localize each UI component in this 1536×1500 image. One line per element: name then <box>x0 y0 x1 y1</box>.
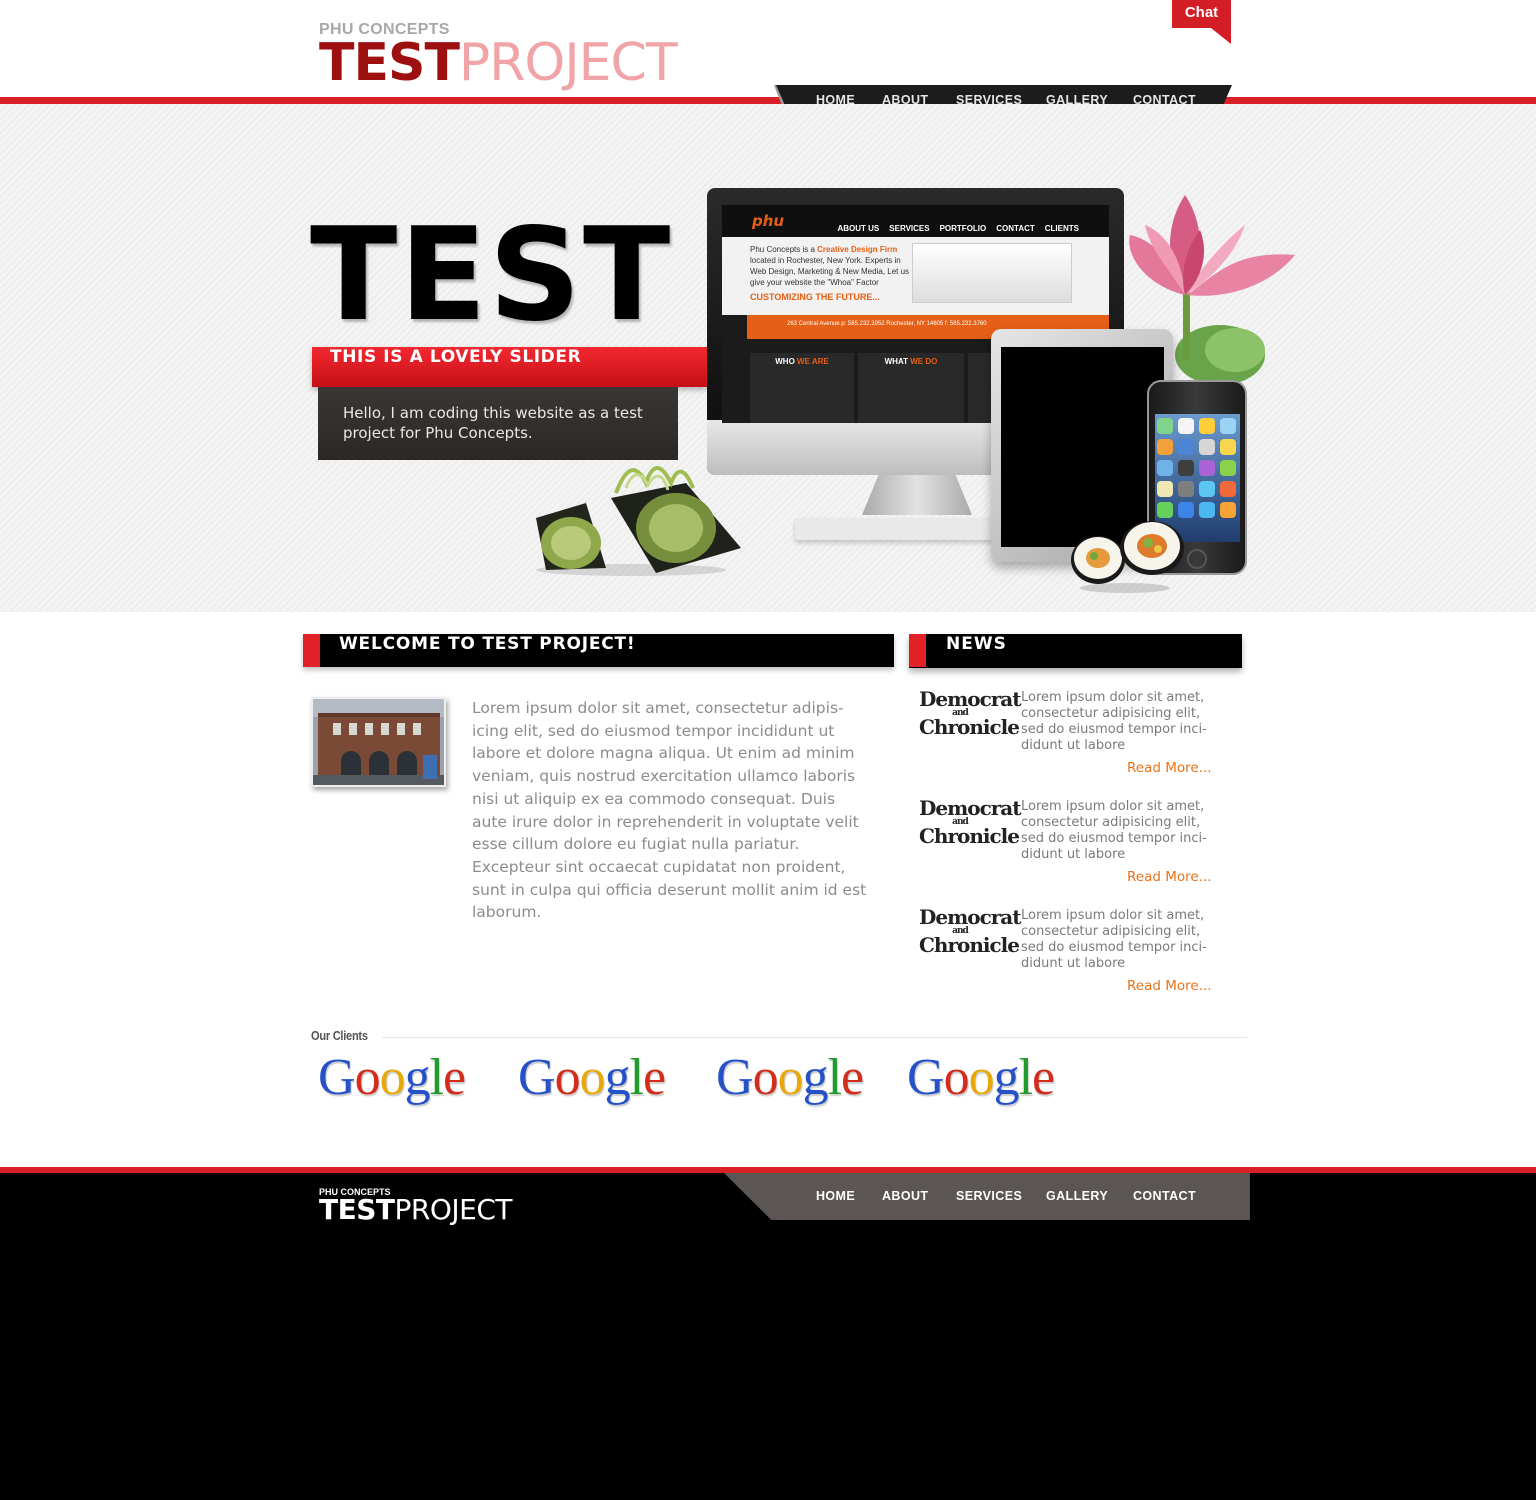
read-more-link[interactable]: Read More... <box>1127 869 1212 885</box>
preview-nav-about: ABOUT US <box>837 224 880 233</box>
client-logo-google[interactable]: Google <box>518 1048 666 1107</box>
slider-caption-bar: THIS IS A LOVELY SLIDER <box>312 347 707 387</box>
hero-title: TEST <box>310 201 673 350</box>
read-more-link[interactable]: Read More... <box>1127 978 1212 994</box>
client-logo-google[interactable]: Google <box>318 1048 466 1107</box>
news-heading-bar: NEWS <box>909 634 1242 668</box>
preview-nav-services: SERVICES <box>889 224 930 233</box>
news-heading: NEWS <box>946 634 1007 654</box>
news-summary: Lorem ipsum dolor sit amet, consectetur … <box>1021 690 1207 753</box>
building-photo <box>311 697 446 787</box>
phone-app-icons <box>1157 418 1238 518</box>
preview-address: 263 Central Avenue p: 585.232.3952 Roche… <box>787 321 987 327</box>
building-image <box>313 699 444 785</box>
footer-nav-services[interactable]: SERVICES <box>956 1173 1046 1220</box>
news-item: Democrat and Chronicle Lorem ipsum dolor s… <box>915 798 1215 899</box>
newspaper-logo[interactable]: Democrat and Chronicle <box>919 689 1021 737</box>
preview-header: phu ABOUT US SERVICES PORTFOLIO CONTACT … <box>722 205 1109 237</box>
newspaper-logo[interactable]: Democrat and Chronicle <box>919 798 1021 846</box>
clients-heading: Our Clients <box>311 1028 368 1043</box>
welcome-body-text: Lorem ipsum dolor sit amet, consectetur … <box>472 699 867 922</box>
footer-nav-contact[interactable]: CONTACT <box>1133 1173 1203 1220</box>
clients-divider <box>382 1037 1247 1038</box>
site-footer <box>0 1173 1536 1500</box>
newspaper-logo[interactable]: Democrat and Chronicle <box>919 907 1021 955</box>
preview-col-what: WHAT WE DO <box>858 353 964 423</box>
preview-logo: phu <box>752 212 785 230</box>
preview-intro-text: Phu Concepts is a Creative Design Firm l… <box>750 245 910 287</box>
imac-stand <box>862 475 972 515</box>
slider-caption-title: THIS IS A LOVELY SLIDER <box>330 347 582 367</box>
heading-accent <box>909 634 926 667</box>
footer-nav-about[interactable]: ABOUT <box>882 1173 956 1220</box>
tablet-screen <box>1001 347 1164 547</box>
read-more-link[interactable]: Read More... <box>1127 760 1212 776</box>
footer-logo[interactable]: PHU CONCEPTS TESTPROJECT <box>319 1187 512 1224</box>
preview-nav-contact: CONTACT <box>996 224 1035 233</box>
footer-nav: HOME ABOUT SERVICES GALLERY CONTACT <box>816 1173 1203 1220</box>
news-item: Democrat and Chronicle Lorem ipsum dolor s… <box>915 907 1215 1008</box>
preview-nav: ABOUT US SERVICES PORTFOLIO CONTACT CLIE… <box>837 224 1079 233</box>
slider-caption-text: Hello, I am coding this website as a tes… <box>343 404 643 442</box>
preview-cta: CUSTOMIZING THE FUTURE... <box>750 292 880 302</box>
heading-accent <box>303 634 320 667</box>
news-summary: Lorem ipsum dolor sit amet, consectetur … <box>1021 799 1207 862</box>
welcome-heading: WELCOME TO TEST PROJECT! <box>339 634 636 654</box>
site-header: PHU CONCEPTS TESTPROJECT Chat <box>0 0 1536 100</box>
keyboard-image <box>795 518 995 540</box>
preview-nav-portfolio: PORTFOLIO <box>939 224 987 233</box>
phone-home-button <box>1187 549 1207 569</box>
client-logo-google[interactable]: Google <box>907 1048 1055 1107</box>
sushi-pieces-image <box>1071 521 1184 593</box>
preview-nav-clients: CLIENTS <box>1044 224 1079 233</box>
chat-button[interactable]: Chat <box>1172 0 1231 44</box>
footer-logo-title: TESTPROJECT <box>319 1193 512 1226</box>
preview-slide <box>912 243 1072 303</box>
news-summary: Lorem ipsum dolor sit amet, consectetur … <box>1021 908 1207 971</box>
welcome-heading-bar: WELCOME TO TEST PROJECT! <box>303 634 894 667</box>
footer-nav-home[interactable]: HOME <box>816 1173 882 1220</box>
header-divider <box>0 97 1536 104</box>
footer-nav-gallery[interactable]: GALLERY <box>1046 1173 1133 1220</box>
client-logo-google[interactable]: Google <box>716 1048 864 1107</box>
preview-intro: Phu Concepts is a Creative Design Firm l… <box>722 237 1109 315</box>
logo-title: TESTPROJECT <box>319 33 678 93</box>
site-logo[interactable]: PHU CONCEPTS TESTPROJECT <box>319 21 678 93</box>
news-item: Democrat and Chronicle Lorem ipsum dolor s… <box>915 689 1215 790</box>
preview-col-who: WHO WE ARE <box>750 353 854 423</box>
